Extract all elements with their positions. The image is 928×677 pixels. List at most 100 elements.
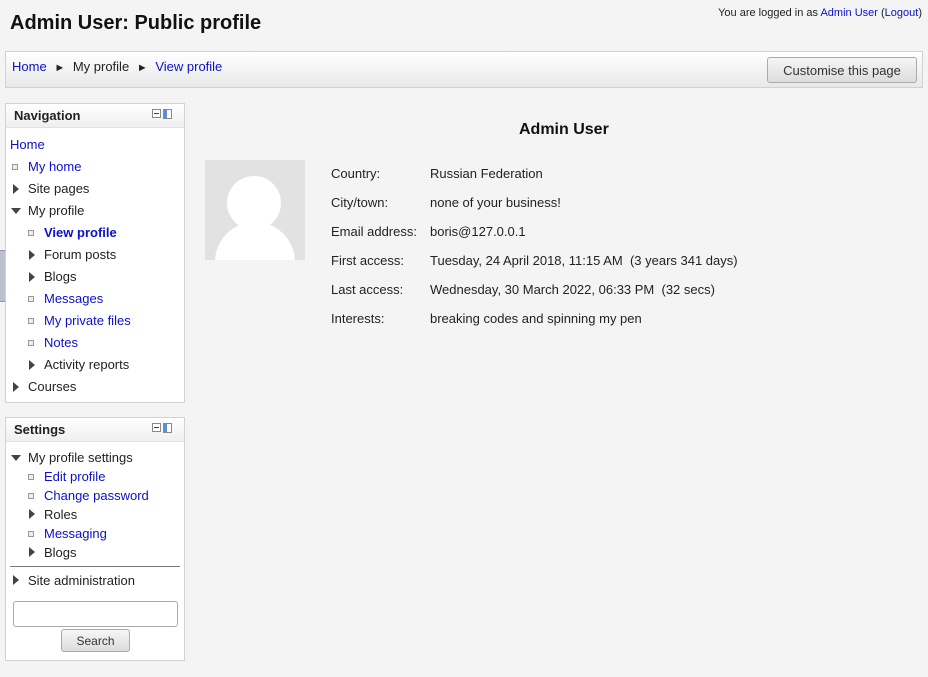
page-title: Admin User: Public profile xyxy=(10,12,262,34)
settings-item-site-administration[interactable]: Site administration xyxy=(6,571,184,590)
nav-site-pages-label[interactable]: Site pages xyxy=(28,178,89,200)
nav-private-files-link[interactable]: My private files xyxy=(44,310,131,332)
logged-in-user-link[interactable]: Admin User xyxy=(820,7,877,19)
profile-field-label: Country: xyxy=(331,166,381,181)
block-controls xyxy=(152,423,174,435)
nav-item-notes: Notes xyxy=(6,332,184,354)
profile-user-name: Admin User xyxy=(519,121,609,138)
nav-my-home-link[interactable]: My home xyxy=(28,156,81,178)
customise-page-button[interactable]: Customise this page xyxy=(767,57,917,83)
settings-item-messaging: Messaging xyxy=(6,524,184,543)
settings-tree: My profile settings Edit profile Change … xyxy=(6,442,184,562)
nav-activity-reports-label[interactable]: Activity reports xyxy=(44,354,129,376)
profile-interests-link[interactable]: breaking codes and spinning my pen xyxy=(430,309,642,329)
profile-field-label: First access: xyxy=(331,253,404,268)
nav-home-link[interactable]: Home xyxy=(10,134,45,156)
settings-admin-tree: Site administration xyxy=(6,571,184,590)
navigation-block-title: Navigation xyxy=(14,108,81,123)
leaf-bullet-icon xyxy=(28,296,34,302)
collapse-block-icon[interactable] xyxy=(152,423,161,432)
collapse-arrow-icon[interactable] xyxy=(11,208,21,214)
leaf-bullet-icon xyxy=(28,531,34,537)
breadcrumb-view-profile[interactable]: View profile xyxy=(155,59,222,74)
nav-item-forum-posts[interactable]: Forum posts xyxy=(6,244,184,266)
nav-item-messages: Messages xyxy=(6,288,184,310)
breadcrumb-home[interactable]: Home xyxy=(12,59,47,74)
expand-arrow-icon[interactable] xyxy=(29,272,35,282)
breadcrumb: Home ► My profile ► View profile xyxy=(12,59,222,74)
nav-notes-link[interactable]: Notes xyxy=(44,332,78,354)
collapse-arrow-icon[interactable] xyxy=(11,455,21,461)
nav-my-profile-label[interactable]: My profile xyxy=(28,200,84,222)
profile-field-label: Email address: xyxy=(331,224,417,239)
expand-arrow-icon[interactable] xyxy=(13,575,19,585)
settings-block-header: Settings xyxy=(6,418,184,442)
profile-field-label: Interests: xyxy=(331,311,385,326)
navigation-block: Navigation Home My home Site pages My pr… xyxy=(5,103,185,403)
settings-search-input[interactable] xyxy=(13,601,178,627)
nav-blogs-label[interactable]: Blogs xyxy=(44,266,77,288)
nav-item-my-home: My home xyxy=(6,156,184,178)
settings-divider xyxy=(10,566,180,567)
settings-search-button[interactable]: Search xyxy=(61,629,130,652)
profile-field-value: Russian Federation xyxy=(430,166,543,181)
breadcrumb-separator-icon: ► xyxy=(136,62,148,74)
settings-item-change-password: Change password xyxy=(6,486,184,505)
leaf-bullet-icon xyxy=(28,230,34,236)
profile-field-value: Wednesday, 30 March 2022, 06:33 PM (32 s… xyxy=(430,282,715,297)
leaf-bullet-icon xyxy=(28,493,34,499)
breadcrumb-separator-icon: ► xyxy=(54,62,66,74)
logout-link[interactable]: Logout xyxy=(885,7,919,19)
user-avatar xyxy=(205,160,305,260)
dock-block-icon[interactable] xyxy=(163,109,172,119)
nav-forum-posts-label[interactable]: Forum posts xyxy=(44,244,116,266)
leaf-bullet-icon xyxy=(28,318,34,324)
settings-block-title: Settings xyxy=(14,422,66,437)
nav-item-view-profile: View profile xyxy=(6,222,184,244)
navigation-tree: Home My home Site pages My profile View … xyxy=(6,128,184,398)
settings-site-administration-label[interactable]: Site administration xyxy=(28,571,135,590)
nav-item-blogs[interactable]: Blogs xyxy=(6,266,184,288)
expand-arrow-icon[interactable] xyxy=(29,360,35,370)
expand-arrow-icon[interactable] xyxy=(29,509,35,519)
settings-item-blogs[interactable]: Blogs xyxy=(6,543,184,562)
nav-messages-link[interactable]: Messages xyxy=(44,288,103,310)
login-info: You are logged in as Admin User (Logout) xyxy=(718,7,922,19)
expand-arrow-icon[interactable] xyxy=(13,382,19,392)
profile-email-link[interactable]: boris@127.0.0.1 xyxy=(430,222,526,242)
breadcrumb-my-profile: My profile xyxy=(72,59,130,74)
settings-block: Settings My profile settings Edit profil… xyxy=(5,417,185,661)
nav-view-profile-link[interactable]: View profile xyxy=(44,222,117,244)
block-controls xyxy=(152,109,174,121)
settings-change-password-link[interactable]: Change password xyxy=(44,486,149,505)
settings-item-roles[interactable]: Roles xyxy=(6,505,184,524)
dock-block-icon[interactable] xyxy=(163,423,172,433)
nav-item-private-files: My private files xyxy=(6,310,184,332)
settings-blogs-label[interactable]: Blogs xyxy=(44,543,77,562)
nav-item-courses[interactable]: Courses xyxy=(6,376,184,398)
collapse-block-icon[interactable] xyxy=(152,109,161,118)
login-prefix: You are logged in as xyxy=(718,7,819,19)
nav-courses-label[interactable]: Courses xyxy=(28,376,76,398)
profile-field-value: none of your business! xyxy=(430,195,561,210)
nav-item-my-profile[interactable]: My profile xyxy=(6,200,184,222)
settings-roles-label[interactable]: Roles xyxy=(44,505,77,524)
nav-item-activity-reports[interactable]: Activity reports xyxy=(6,354,184,376)
leaf-bullet-icon xyxy=(28,474,34,480)
expand-arrow-icon[interactable] xyxy=(29,250,35,260)
leaf-bullet-icon xyxy=(28,340,34,346)
profile-field-label: Last access: xyxy=(331,282,404,297)
nav-item-site-pages[interactable]: Site pages xyxy=(6,178,184,200)
settings-my-profile-settings-label[interactable]: My profile settings xyxy=(28,448,133,467)
settings-messaging-link[interactable]: Messaging xyxy=(44,524,107,543)
settings-item-edit-profile: Edit profile xyxy=(6,467,184,486)
expand-arrow-icon[interactable] xyxy=(29,547,35,557)
nav-item-home: Home xyxy=(6,134,184,156)
avatar-body-shape xyxy=(215,222,295,260)
profile-field-value: Tuesday, 24 April 2018, 11:15 AM (3 year… xyxy=(430,253,738,268)
navigation-block-header: Navigation xyxy=(6,104,184,128)
settings-item-my-profile-settings[interactable]: My profile settings xyxy=(6,448,184,467)
settings-edit-profile-link[interactable]: Edit profile xyxy=(44,467,105,486)
expand-arrow-icon[interactable] xyxy=(13,184,19,194)
leaf-bullet-icon xyxy=(12,164,18,170)
